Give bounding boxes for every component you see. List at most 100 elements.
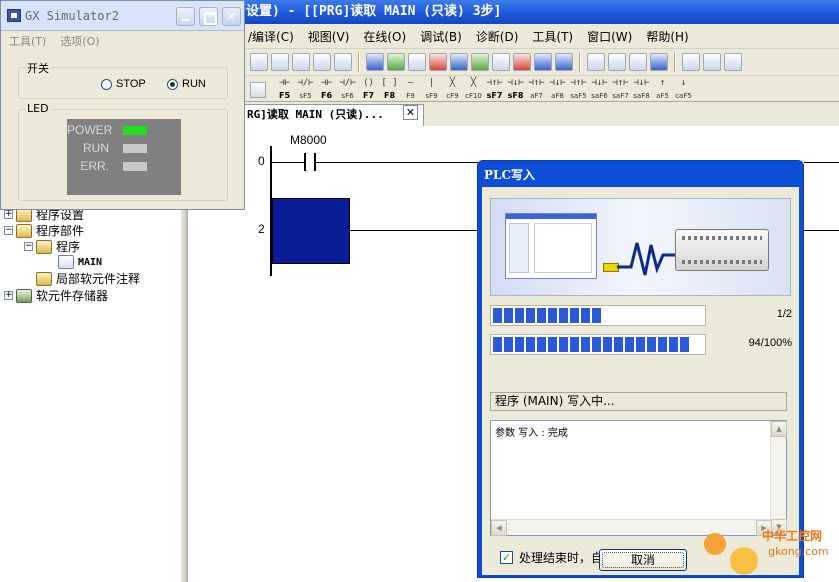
tree-item-label: 局部软元件注释 [56,272,141,286]
main-menubar: /编译(C) 视图(V) 在线(O) 调试(B) 诊断(D) 工具(T) 窗口(… [244,24,839,49]
tree-item-device-memory[interactable]: + 软元件存储器 [4,287,108,304]
copy-icon[interactable] [271,53,289,71]
tree-item-local-comment[interactable]: 局部软元件注释 [36,270,140,287]
ladder-key-f5[interactable]: ⊣⊢ F5 [274,77,295,101]
ladder-cursor[interactable] [272,198,350,264]
log-textarea[interactable]: 参数 写入 : 完成 ▲ ▼ ◀ ▶ [490,420,787,536]
menu-tool[interactable]: 工具(T) [9,33,46,49]
menu-debug[interactable]: 调试(B) [420,28,472,45]
monitor-stop-icon[interactable] [492,53,510,71]
ladder-key-af5[interactable]: ↑ aF5 [652,77,673,101]
tree-item-main[interactable]: MAIN [58,255,102,269]
cut-icon[interactable] [250,53,268,71]
ladder-key-af7[interactable]: ⊣↑⊢ aF7 [526,77,547,101]
menu-help[interactable]: 帮助(H) [646,28,698,45]
menu-window[interactable]: 窗口(W) [587,28,642,45]
ladder-key-saf5[interactable]: ⊣↑⊢ saF5 [568,77,589,101]
ladder-symbol-icon: ↑ [659,78,666,88]
close-button[interactable]: ✕ [222,7,241,26]
rung-0-line-left [272,162,304,163]
collapse-icon[interactable]: − [4,226,13,235]
ladder-symbol-icon: ⊣↓⊢ [591,78,608,88]
ladder-key-f7[interactable]: ⟨⟩ F7 [358,77,379,101]
total-progress-bar [490,334,706,355]
tree-item-label: 程序部件 [36,224,85,238]
maximize-button[interactable] [199,7,218,26]
tab-main-ladder[interactable]: RG]读取 MAIN (只读)... [244,104,424,126]
progress-block [493,308,502,323]
menu-diagnostics[interactable]: 诊断(D) [476,28,529,45]
tab-close-button[interactable]: ✕ [403,105,418,120]
ladder-key-sf5[interactable]: ⊣/⊢ sF5 [295,77,316,101]
collapse-icon[interactable]: − [24,242,33,251]
expand-icon[interactable]: + [4,210,13,219]
write-to-plc-icon[interactable] [429,53,447,71]
ladder-key-f6[interactable]: ⊣⊢ F6 [316,77,337,101]
diagnostics-icon[interactable] [629,53,647,71]
menu-compile[interactable]: /编译(C) [248,28,304,45]
ladder-symbol-icon: | [428,78,435,88]
ladder-key-sf7[interactable]: ⊣↑⊢ sF7 [484,77,505,101]
radio-circle[interactable] [101,78,112,90]
paste-icon[interactable] [292,53,310,71]
run-radio[interactable]: RUN [167,78,206,90]
device-read-icon[interactable] [366,53,384,71]
ladder-delete-icon[interactable] [703,53,721,71]
pane-splitter[interactable] [180,200,188,582]
menu-online[interactable]: 在线(O) [363,28,416,45]
ladder-key-label: cF9 [446,92,459,100]
dev-icon[interactable] [534,53,552,71]
minimize-button[interactable] [176,7,195,26]
plc-device-illustration [675,229,769,271]
screen-icon[interactable] [650,53,668,71]
ladder-key-f8[interactable]: [ ] F8 [379,77,400,101]
cancel-button[interactable]: 取消 [599,549,687,571]
binoculars-icon[interactable] [250,82,266,98]
vertical-scrollbar[interactable]: ▲ ▼ [770,421,787,535]
ladder-key-cf10[interactable]: ╳ cF10 [463,77,484,101]
document-icon[interactable] [587,53,605,71]
scroll-up-icon[interactable]: ▲ [771,421,787,437]
ladder-key-saf8[interactable]: ⊣↓⊢ saF8 [631,77,652,101]
step-progress-text: 1/2 [776,308,792,320]
monitor-start-icon[interactable] [471,53,489,71]
stop-radio[interactable]: STOP [101,78,146,90]
ladder-key-label: aF5 [656,92,669,100]
undo-icon[interactable] [313,53,331,71]
ladder-key-label: F9 [406,92,415,100]
menu-options[interactable]: 选项(O) [60,33,99,49]
tree-item-program[interactable]: − 程序 [24,238,80,255]
ladder-key-sf8[interactable]: ⊣↓⊢ sF8 [505,77,526,101]
simulation-icon[interactable] [608,53,626,71]
ladder-key-sf9[interactable]: | sF9 [421,77,442,101]
menu-view[interactable]: 视图(V) [308,28,360,45]
plc-verify-icon[interactable] [408,53,426,71]
tree-item-label: MAIN [78,256,103,268]
scroll-left-icon[interactable]: ◀ [491,520,507,536]
device-batch-icon[interactable] [513,53,531,71]
ladder-key-saf7[interactable]: ⊣↑⊢ saF7 [610,77,631,101]
plc-write-icon[interactable] [387,53,405,71]
tree-item-program-parts[interactable]: − 程序部件 [4,222,84,239]
ladder-key-caf5[interactable]: ↓ caF5 [673,77,694,101]
ladder-key-cf9[interactable]: ╳ cF9 [442,77,463,101]
led-label: RUN [83,141,109,155]
ladder-symbol-icon: ⊣↓⊢ [633,78,650,88]
dev-batch-icon[interactable] [555,53,573,71]
radio-circle-selected[interactable] [167,78,178,90]
ladder-key-f9[interactable]: — F9 [400,77,421,101]
simulator-titlebar[interactable]: GX Simulator2 ✕ [1,1,244,31]
read-from-plc-icon[interactable] [450,53,468,71]
ladder-key-label: saF7 [612,92,629,100]
ladder-key-saf6[interactable]: ⊣↓⊢ saF6 [589,77,610,101]
ladder-column-icon[interactable] [724,53,742,71]
ladder-insert-icon[interactable] [682,53,700,71]
expand-icon[interactable]: + [4,291,13,300]
auto-close-checkbox[interactable]: ✓ [500,551,513,564]
menu-tool[interactable]: 工具(T) [532,28,583,45]
ladder-key-af8[interactable]: ⊣↓⊢ aF8 [547,77,568,101]
redo-icon[interactable] [334,53,352,71]
ladder-symbol-icon: ⊣⊢ [321,78,332,88]
ladder-key-sf6[interactable]: ⊣/⊢ sF6 [337,77,358,101]
folder-icon [16,223,32,238]
